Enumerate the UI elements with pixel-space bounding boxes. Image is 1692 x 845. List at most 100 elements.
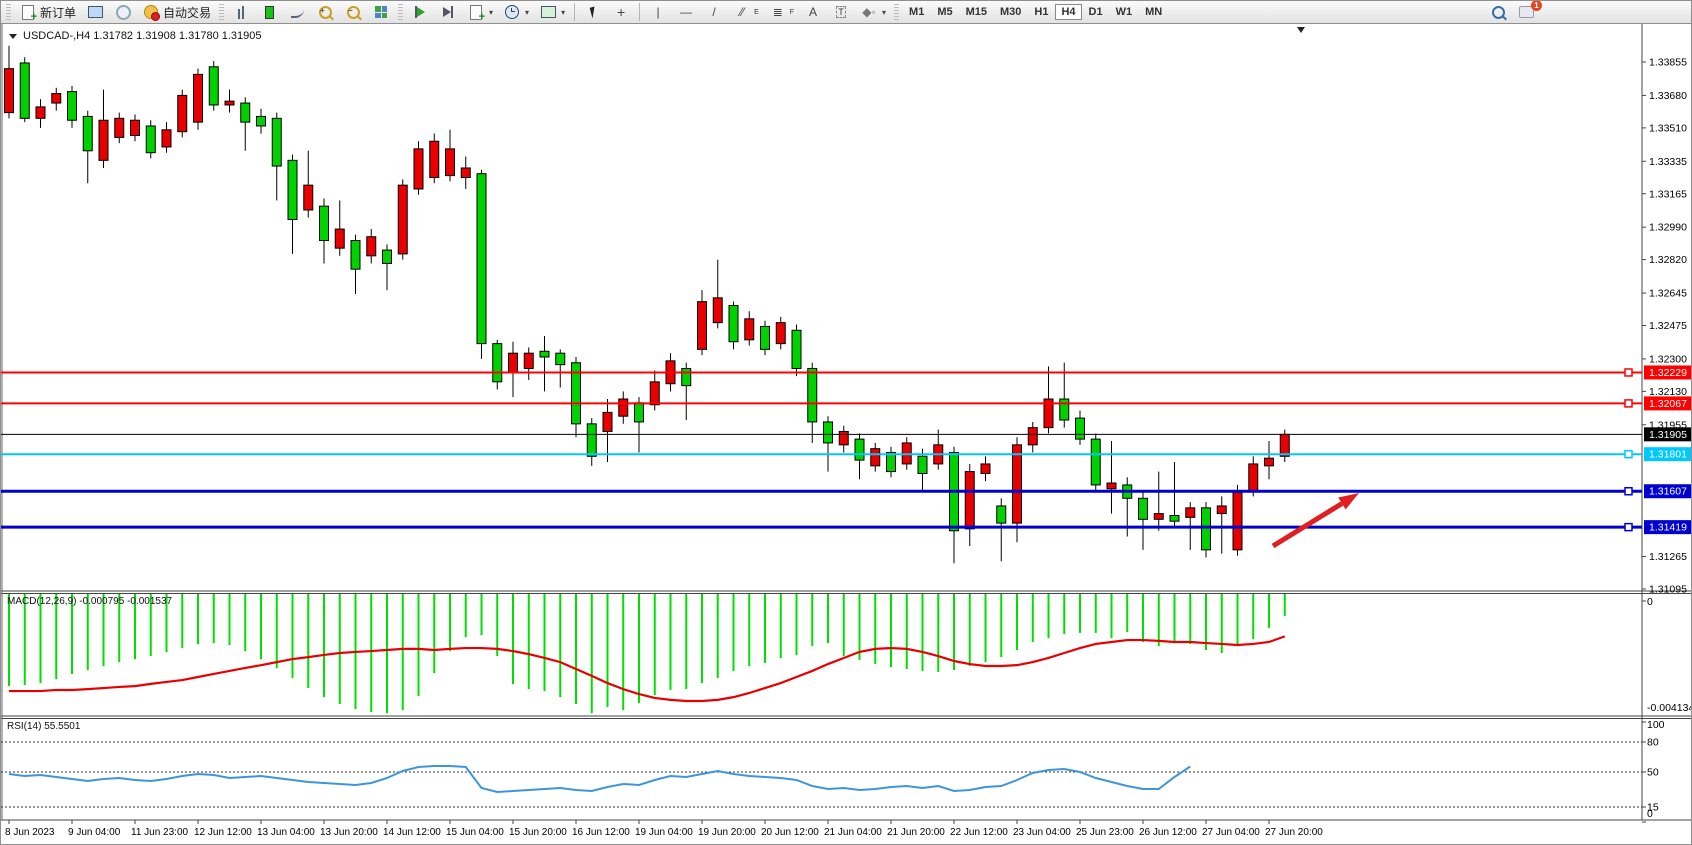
price-tick-label: 1.32645: [1649, 288, 1687, 300]
toolbar-grip[interactable]: [398, 4, 403, 20]
price-tick-label: 1.32475: [1649, 320, 1687, 332]
hline-anchor[interactable]: [1625, 524, 1632, 531]
candle-body: [1139, 498, 1148, 519]
price-tick-label: 1.32300: [1649, 353, 1687, 365]
date-tick-label: 9 Jun 04:00: [68, 827, 121, 838]
bar-chart-icon: [232, 4, 250, 20]
market-watch-button[interactable]: [82, 2, 108, 23]
equidistant-channel-button[interactable]: ⁄⁄E: [729, 2, 763, 23]
arrow-annotation[interactable]: [1273, 493, 1359, 546]
toolbar-grip[interactable]: [894, 4, 899, 20]
toolbar-grip[interactable]: [219, 4, 224, 20]
crosshair-tool-button[interactable]: +: [608, 2, 634, 23]
price-badge-label: 1.31419: [1649, 522, 1687, 534]
timeframe-button-m5[interactable]: M5: [931, 4, 958, 20]
bar-chart-button[interactable]: [228, 2, 254, 23]
hline-tool-button[interactable]: —: [673, 2, 699, 23]
candle-body: [603, 412, 612, 431]
cursor-tool-button[interactable]: [580, 2, 606, 23]
candle-body: [1202, 508, 1211, 550]
timeframe-button-m1[interactable]: M1: [903, 4, 930, 20]
chart-area[interactable]: 1.338551.336801.335101.333351.331651.329…: [1, 24, 1692, 845]
chart-canvas[interactable]: 1.338551.336801.335101.333351.331651.329…: [1, 24, 1692, 845]
notifications-button[interactable]: 1: [1513, 2, 1539, 23]
zoom-out-button[interactable]: −: [340, 2, 366, 23]
timeframe-button-w1[interactable]: W1: [1110, 4, 1139, 20]
price-tick-label: 1.32130: [1649, 386, 1687, 398]
signal-button[interactable]: [110, 2, 136, 23]
candle-body: [194, 74, 203, 122]
timeframe-button-d1[interactable]: D1: [1083, 4, 1109, 20]
candle-body: [792, 330, 801, 368]
timeframe-button-m30[interactable]: M30: [994, 4, 1027, 20]
candle-body: [1060, 399, 1069, 420]
date-tick-label: 20 Jun 12:00: [761, 827, 819, 838]
hline-anchor[interactable]: [1625, 488, 1632, 495]
timeframe-button-h1[interactable]: H1: [1028, 4, 1054, 20]
rsi-axis-label: 100: [1647, 719, 1665, 731]
zoom-in-button[interactable]: +: [312, 2, 338, 23]
candle-body: [446, 149, 455, 176]
templates-button[interactable]: ▾: [535, 2, 569, 23]
tile-windows-icon: [372, 4, 390, 20]
text-tool-button[interactable]: A: [800, 2, 826, 23]
candle-body: [682, 368, 691, 385]
price-badge-label: 1.31801: [1649, 449, 1687, 461]
auto-scroll-button[interactable]: [407, 2, 433, 23]
rsi-pane: 1008050150: [1, 719, 1665, 822]
periods-button[interactable]: ▾: [499, 2, 533, 23]
fibonacci-tool-button[interactable]: ≣F: [765, 2, 798, 23]
candle-body: [320, 206, 329, 240]
channel-icon: ⁄⁄: [733, 4, 751, 20]
notification-badge: 1: [1531, 0, 1542, 11]
hline-anchor[interactable]: [1625, 400, 1632, 407]
line-chart-button[interactable]: [284, 2, 310, 23]
candle-body: [304, 185, 313, 210]
date-tick-label: 22 Jun 12:00: [950, 827, 1008, 838]
candlestick-button[interactable]: [256, 2, 282, 23]
chart-shift-marker[interactable]: [1297, 27, 1305, 33]
label-tool-button[interactable]: T: [828, 2, 854, 23]
price-badge-label: 1.31607: [1649, 486, 1687, 498]
fibonacci-icon: ≣: [769, 4, 787, 20]
candle-body: [493, 344, 502, 382]
date-tick-label: 11 Jun 23:00: [131, 827, 189, 838]
candle-body: [414, 149, 423, 189]
date-tick-label: 26 Jun 12:00: [1139, 827, 1197, 838]
candle-body: [1028, 428, 1037, 445]
timeframe-button-mn[interactable]: MN: [1139, 4, 1168, 20]
candle-body: [824, 422, 833, 443]
hline-anchor[interactable]: [1625, 451, 1632, 458]
timeframe-button-h4[interactable]: H4: [1055, 4, 1081, 20]
toolbar-grip[interactable]: [6, 4, 11, 20]
candle-body: [1091, 439, 1100, 485]
candle-body: [1249, 464, 1258, 491]
price-badge-label: 1.31905: [1649, 429, 1687, 441]
cursor-icon: [584, 4, 602, 20]
candle-body: [1280, 434, 1289, 456]
vline-tool-button[interactable]: |: [645, 2, 671, 23]
candle-body: [241, 103, 250, 122]
autotrade-button[interactable]: 自动交易: [138, 2, 215, 23]
indicators-button[interactable]: +▾: [463, 2, 497, 23]
shapes-tool-button[interactable]: ◆◦▾: [856, 2, 890, 23]
candle-body: [619, 399, 628, 416]
trendline-tool-button[interactable]: /: [701, 2, 727, 23]
candle-body: [367, 237, 376, 256]
date-tick-label: 21 Jun 20:00: [887, 827, 945, 838]
trendline-icon: /: [705, 4, 723, 20]
candle-body: [83, 116, 92, 150]
tile-windows-button[interactable]: [368, 2, 394, 23]
chart-shift-button[interactable]: [435, 2, 461, 23]
hline-anchor[interactable]: [1625, 369, 1632, 376]
chart-dropdown-icon[interactable]: [9, 34, 17, 39]
new-order-icon: +: [19, 4, 37, 20]
candle-body: [981, 464, 990, 474]
search-button[interactable]: [1485, 2, 1511, 23]
vertical-line-icon: |: [649, 4, 667, 20]
candle-body: [1170, 515, 1179, 521]
new-order-button[interactable]: + 新订单: [15, 2, 80, 23]
rsi-axis-label: 0: [1647, 808, 1653, 820]
timeframe-button-m15[interactable]: M15: [960, 4, 993, 20]
candlestick-icon: [260, 4, 278, 20]
